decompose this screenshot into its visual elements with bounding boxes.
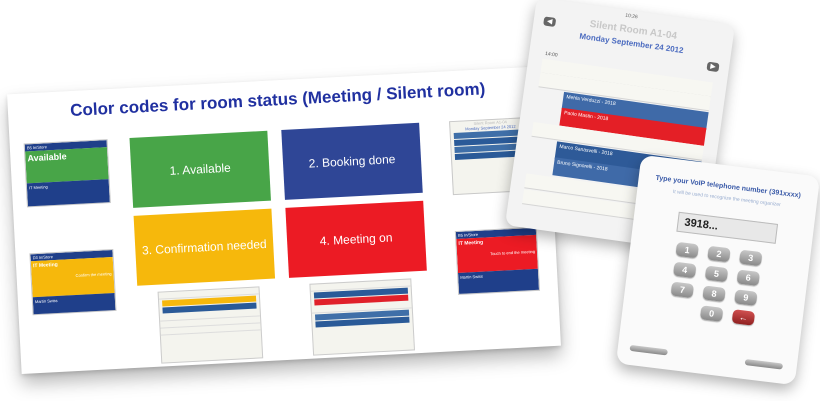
key-0[interactable]: 0: [699, 305, 724, 322]
mini-screen-available: B5 In/Store Available IT Meeting: [23, 139, 111, 208]
mini-screen-meeting-on: B5 In/Store IT Meeting Touch to end the …: [454, 226, 541, 295]
mini-confirm-action[interactable]: Confirm the meeting: [34, 271, 111, 280]
phone-number-display[interactable]: 3918...: [676, 211, 779, 244]
key-5[interactable]: 5: [704, 265, 729, 283]
mini-organizer: Martin Swiss: [32, 292, 116, 316]
slide-title: Color codes for room status (Meeting / S…: [69, 79, 486, 121]
key-4[interactable]: 4: [672, 261, 697, 279]
key-9[interactable]: 9: [734, 289, 758, 306]
key-8[interactable]: 8: [702, 285, 726, 302]
key-1[interactable]: 1: [675, 241, 699, 259]
mini-next-meeting: IT Meeting: [26, 179, 110, 208]
status-time: 10:26: [624, 12, 639, 21]
mini-event-name: IT Meeting: [32, 261, 58, 270]
next-day-button[interactable]: ▶: [706, 61, 720, 73]
color-codes-slide: Color codes for room status (Meeting / S…: [7, 66, 561, 374]
phone-keypad-screen: Type your VoIP telephone number (391xxxx…: [615, 154, 820, 386]
key-3[interactable]: 3: [738, 249, 763, 267]
hour-label: 14:00: [544, 50, 558, 59]
swatch-confirmation-needed: 3. Confirmation needed: [133, 208, 276, 286]
key-7[interactable]: 7: [670, 281, 695, 299]
softkey-right[interactable]: [744, 358, 784, 370]
mini-screen-confirm: D3 In/Store IT Meeting Confirm the meeti…: [29, 248, 117, 316]
swatch-booking-done: 2. Booking done: [281, 122, 423, 200]
mini-end-meeting-action[interactable]: Touch to end the meeting: [459, 249, 535, 258]
backspace-key[interactable]: ←: [731, 309, 756, 326]
swatch-available: 1. Available: [129, 130, 271, 208]
mini-event-name: IT Meeting: [458, 239, 484, 247]
key-6[interactable]: 6: [736, 269, 761, 287]
calendar-thumb-confirm: [157, 286, 264, 364]
softkey-left[interactable]: [629, 344, 668, 356]
swatch-meeting-on: 4. Meeting on: [285, 200, 427, 278]
calendar-thumb-meeting: [309, 278, 416, 356]
key-2[interactable]: 2: [707, 245, 731, 263]
mini-organizer: Martin Swiss: [458, 268, 540, 295]
mini-status-available: Available: [27, 151, 67, 164]
prev-day-button[interactable]: ◀: [543, 16, 557, 28]
